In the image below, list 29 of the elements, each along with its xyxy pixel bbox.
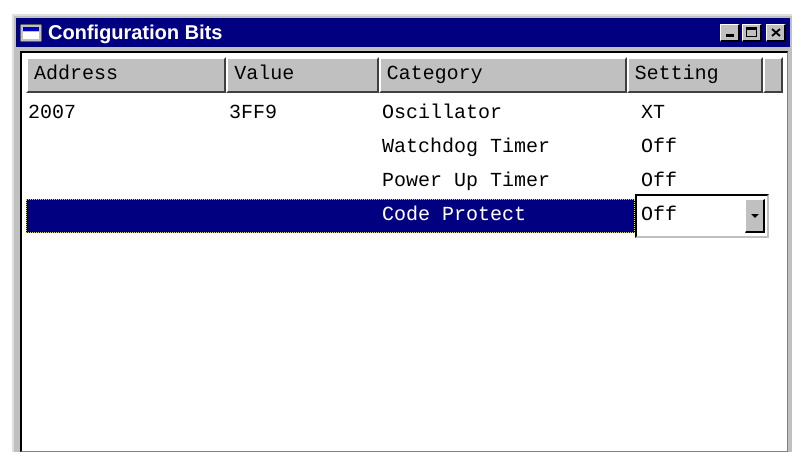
minimize-button[interactable] (720, 24, 740, 42)
minimize-icon (726, 34, 734, 36)
table-cell-text: Power Up Timer (382, 169, 550, 195)
table-cell-text: 3FF9 (229, 101, 278, 127)
table-row[interactable]: 2007 3FF9 Oscillator (26, 97, 635, 131)
column-header[interactable]: Address (26, 57, 226, 93)
header-filler (763, 57, 783, 93)
column-header[interactable]: Category (378, 57, 627, 93)
close-button[interactable] (766, 24, 786, 42)
table-cell-text: Off (640, 135, 678, 161)
table-row[interactable]: Watchdog Timer (26, 131, 635, 165)
table-row[interactable]: Power Up Timer (26, 165, 635, 199)
close-icon (770, 28, 780, 36)
table-cell-text: Oscillator (382, 101, 502, 127)
table-cell-text: 2007 (28, 101, 76, 127)
table-cell-text: Code Protect (382, 203, 526, 229)
table-cell-text: Watchdog Timer (382, 135, 550, 161)
setting-dropdown[interactable]: Off (635, 194, 769, 238)
caret-icon (750, 214, 758, 218)
selected-row[interactable]: Code Protect (26, 199, 635, 233)
dropdown-button[interactable] (745, 199, 765, 233)
window-menu-icon[interactable] (20, 24, 42, 42)
maximize-button[interactable] (742, 24, 762, 42)
table-cell-text: XT (640, 101, 666, 127)
column-header[interactable]: Setting (626, 57, 764, 93)
window-title: Configuration Bits (48, 22, 224, 42)
column-header[interactable]: Value (226, 57, 379, 93)
maximize-icon (746, 27, 757, 37)
table-cell-text: Off (640, 169, 678, 195)
